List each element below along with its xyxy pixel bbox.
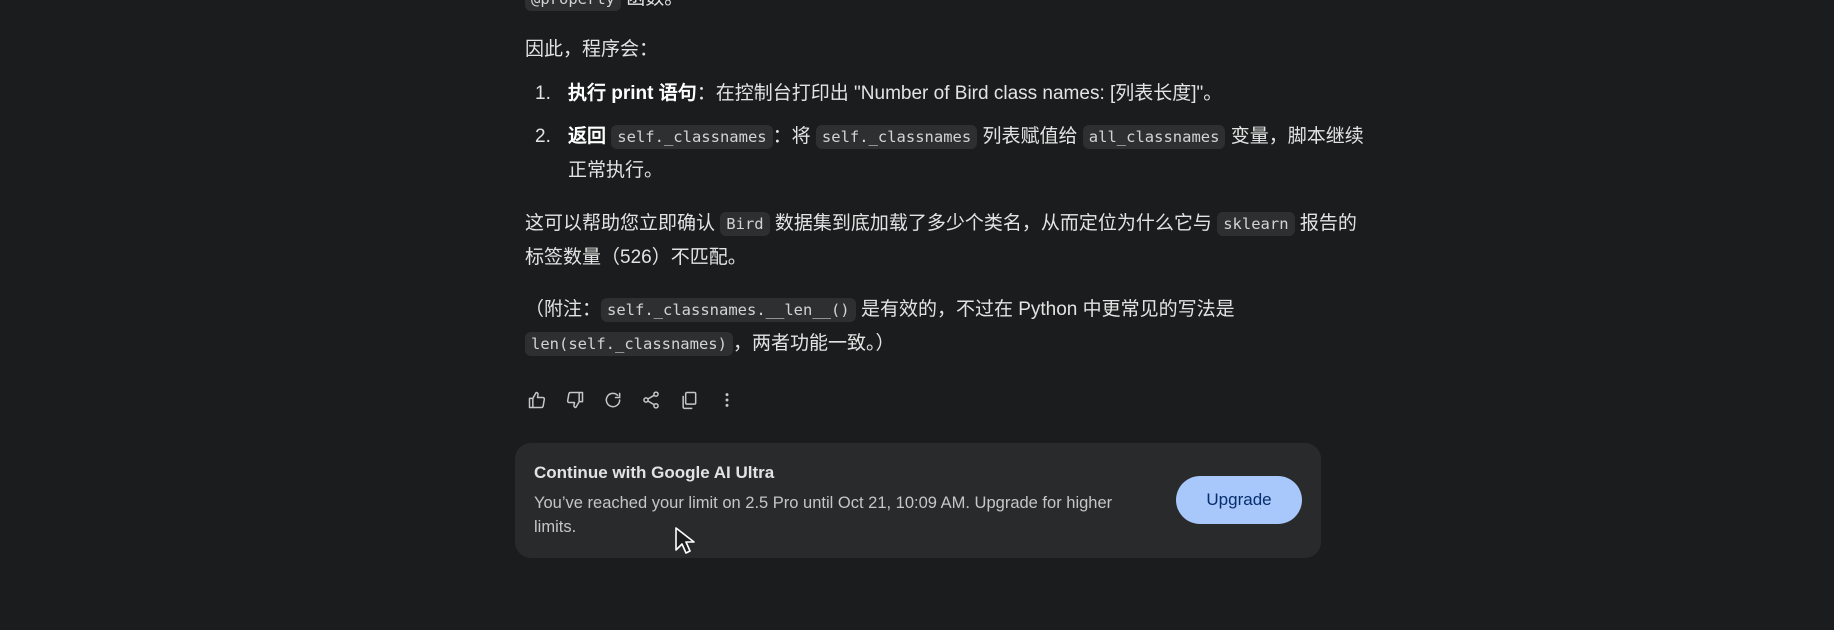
paragraph-text: 数据集到底加载了多少个类名，从而定位为什么它与: [774, 213, 1212, 234]
upgrade-button[interactable]: Upgrade: [1176, 476, 1302, 524]
partial-top-line: @property 函数。: [525, 0, 683, 12]
more-vert-icon[interactable]: [715, 388, 739, 412]
upgrade-card-title: Continue with Google AI Ultra: [534, 463, 775, 482]
paragraph-text: 这可以帮助您立即确认: [525, 213, 716, 234]
inline-code: sklearn: [1217, 212, 1295, 236]
inline-code: Bird: [720, 212, 770, 236]
paragraph: 这可以帮助您立即确认 Bird 数据集到底加载了多少个类名，从而定位为什么它与 …: [525, 207, 1370, 275]
partial-top-text: 函数。: [621, 0, 683, 9]
inline-code: all_classnames: [1082, 125, 1226, 149]
list-item-bold: 执行 print 语句: [568, 83, 697, 104]
inline-code: self._classnames: [611, 125, 773, 149]
thumb-up-icon[interactable]: [525, 388, 549, 412]
copy-icon[interactable]: [677, 388, 701, 412]
paragraph-text: （附注：: [525, 299, 602, 320]
list-item: 1. 执行 print 语句：在控制台打印出 "Number of Bird c…: [525, 77, 1370, 111]
list-item: 2. 返回 self._classnames ：将 self._classname…: [525, 120, 1370, 188]
list-number: 1.: [535, 83, 551, 104]
mouse-cursor-icon: [674, 526, 696, 559]
paragraph: （附注： self._classnames.__len__() 是有效的，不过在 …: [525, 293, 1370, 361]
refresh-icon[interactable]: [601, 388, 625, 412]
upgrade-card-message: You’ve reached your limit on 2.5 Pro unt…: [534, 494, 1113, 536]
paragraph-text: ，两者功能一致。）: [732, 333, 895, 354]
share-icon[interactable]: [639, 388, 663, 412]
list-item-text: ：将: [772, 126, 811, 147]
inline-code: len(self._classnames): [525, 332, 733, 356]
paragraph-text: 是有效的，不过在 Python 中更常见的写法是: [860, 299, 1235, 320]
inline-code: @property: [525, 0, 621, 11]
response-actions: [525, 386, 753, 414]
intro-paragraph: 因此，程序会：: [525, 39, 659, 60]
thumb-down-icon[interactable]: [563, 388, 587, 412]
list-item-text: 列表赋值给: [982, 126, 1078, 147]
inline-code: self._classnames.__len__(): [601, 298, 856, 322]
list-item-text: ：在控制台打印出 "Number of Bird class names: [列…: [696, 83, 1223, 104]
list-item-bold: 返回: [568, 126, 607, 147]
list-number: 2.: [535, 126, 551, 147]
inline-code: self._classnames: [815, 125, 978, 149]
upgrade-card: Continue with Google AI Ultra You’ve rea…: [515, 443, 1321, 558]
